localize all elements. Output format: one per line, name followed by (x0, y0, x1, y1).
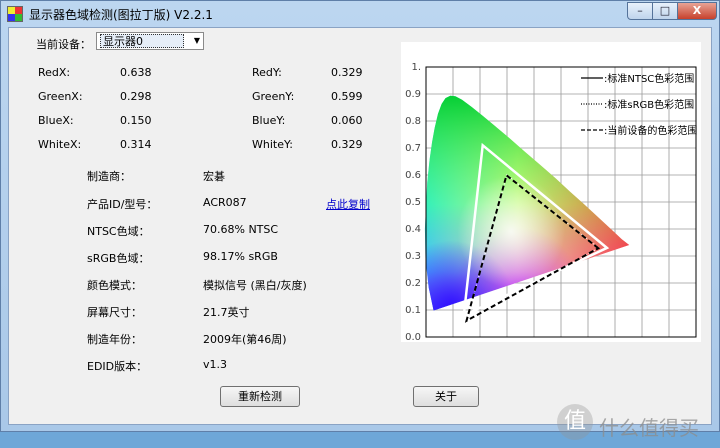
white-y-label: WhiteY: (252, 138, 293, 151)
y-tick-label: 0.6 (405, 170, 421, 181)
device-select[interactable]: 显示器0 ▼ (96, 32, 204, 50)
y-tick-label: 0.8 (405, 116, 421, 127)
x-tick-label: 0.9 (661, 341, 677, 342)
window-title: 显示器色域检测(图拉丁版) V2.2.1 (29, 8, 213, 22)
x-tick-label: 0.6 (580, 341, 596, 342)
x-tick-label: 0.8 (634, 341, 650, 342)
close-button[interactable]: X (677, 2, 717, 20)
manufacturer-value: 宏碁 (203, 170, 225, 183)
legend-label: :标准NTSC色彩范围 (604, 72, 694, 85)
app-icon (7, 6, 23, 22)
x-tick-label: 0.2 (472, 341, 488, 342)
screen-size-value: 21.7英寸 (203, 306, 250, 319)
app-window: 显示器色域检测(图拉丁版) V2.2.1 – □ X 当前设备： 显示器0 ▼ … (0, 0, 720, 440)
y-tick-label: 0.3 (405, 251, 421, 262)
y-tick-label: 0.0 (405, 332, 421, 342)
about-button[interactable]: 关于 (413, 386, 479, 407)
white-x-label: WhiteX: (38, 138, 82, 151)
green-x-label: GreenX: (38, 90, 83, 103)
y-tick-label: 0.2 (405, 278, 421, 289)
product-id-label: 产品ID/型号： (87, 198, 158, 211)
red-x-value: 0.638 (120, 66, 152, 79)
y-tick-label: 1. (411, 62, 421, 73)
x-tick-label: 0.3 (499, 341, 515, 342)
year-label: 制造年份： (87, 333, 142, 346)
device-select-value: 显示器0 (100, 34, 184, 48)
y-tick-label: 0.4 (405, 224, 421, 235)
red-y-value: 0.329 (331, 66, 363, 79)
green-y-label: GreenY: (252, 90, 295, 103)
red-y-label: RedY: (252, 66, 282, 79)
chevron-down-icon[interactable]: ▼ (194, 34, 200, 48)
blue-y-label: BlueY: (252, 114, 286, 127)
maximize-button[interactable]: □ (652, 2, 678, 20)
minimize-button[interactable]: – (627, 2, 653, 20)
x-tick-label: 0.4 (526, 341, 542, 342)
srgb-value: 98.17% sRGB (203, 250, 278, 263)
product-id-value: ACR087 (203, 196, 247, 209)
y-tick-label: 0.9 (405, 89, 421, 100)
green-y-value: 0.599 (331, 90, 363, 103)
green-x-value: 0.298 (120, 90, 152, 103)
white-y-value: 0.329 (331, 138, 363, 151)
blue-x-label: BlueX: (38, 114, 74, 127)
copy-link[interactable]: 点此复制 (326, 196, 370, 212)
color-mode-label: 颜色模式： (87, 279, 142, 292)
watermark-text: 什么值得买 (599, 416, 699, 440)
x-tick-label: 1. (691, 341, 701, 342)
cie-chart: 0.00.10.20.30.40.50.60.70.80.91. 0.00.10… (401, 42, 701, 342)
ntsc-label: NTSC色域： (87, 225, 150, 238)
edid-value: v1.3 (203, 358, 228, 371)
red-x-label: RedX: (38, 66, 71, 79)
screen-size-label: 屏幕尺寸： (87, 306, 142, 319)
year-value: 2009年(第46周) (203, 333, 287, 346)
x-tick-label: 0.5 (553, 341, 569, 342)
legend-label: :标准sRGB色彩范围 (604, 98, 694, 111)
x-tick-label: 0.1 (445, 341, 461, 342)
title-bar[interactable]: 显示器色域检测(图拉丁版) V2.2.1 – □ X (1, 1, 719, 27)
manufacturer-label: 制造商： (87, 170, 131, 183)
watermark-icon: 值 (557, 404, 593, 440)
legend-label: :当前设备的色彩范围 (604, 124, 697, 137)
x-tick-label: 0.7 (607, 341, 623, 342)
client-area: 当前设备： 显示器0 ▼ RedX: 0.638 RedY: 0.329 Gre… (8, 27, 712, 440)
blue-x-value: 0.150 (120, 114, 152, 127)
watermark: 值 什么值得买 (557, 400, 720, 448)
y-tick-label: 0.7 (405, 143, 421, 154)
white-x-value: 0.314 (120, 138, 152, 151)
y-tick-label: 0.5 (405, 197, 421, 208)
edid-label: EDID版本： (87, 360, 148, 373)
redetect-button[interactable]: 重新检测 (220, 386, 300, 407)
y-tick-label: 0.1 (405, 305, 421, 316)
blue-y-value: 0.060 (331, 114, 363, 127)
srgb-label: sRGB色域： (87, 252, 150, 265)
color-mode-value: 模拟信号 (黑白/灰度) (203, 279, 307, 292)
device-label: 当前设备： (36, 38, 91, 51)
ntsc-value: 70.68% NTSC (203, 223, 279, 236)
